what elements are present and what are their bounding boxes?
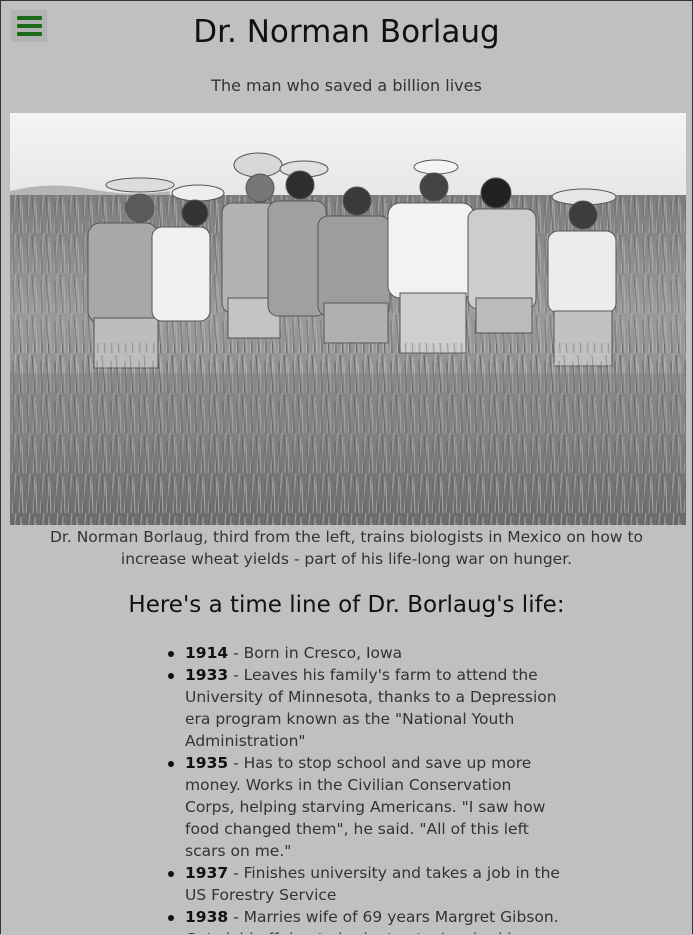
timeline-list: 1914 - Born in Cresco, Iowa 1933 - Leave… <box>168 642 561 934</box>
timeline-text: - Leaves his family's farm to attend the… <box>185 666 557 750</box>
timeline-heading: Here's a time line of Dr. Borlaug's life… <box>128 592 565 618</box>
timeline-text: - Finishes university and takes a job in… <box>185 864 560 904</box>
timeline-text: - Marries wife of 69 years Margret Gibso… <box>185 908 559 934</box>
timeline-year: 1914 <box>185 644 229 662</box>
timeline-text: - Born in Cresco, Iowa <box>228 644 403 662</box>
borlaug-photo <box>10 113 686 525</box>
timeline-year: 1937 <box>185 864 229 882</box>
page-title: Dr. Norman Borlaug <box>193 14 500 50</box>
list-item: 1937 - Finishes university and takes a j… <box>168 862 561 906</box>
list-item: 1935 - Has to stop school and save up mo… <box>168 752 561 862</box>
timeline-year: 1938 <box>185 908 229 926</box>
list-item: 1938 - Marries wife of 69 years Margret … <box>168 906 561 934</box>
timeline-year: 1933 <box>185 666 229 684</box>
list-item: 1933 - Leaves his family's farm to atten… <box>168 664 561 752</box>
timeline-year: 1935 <box>185 754 229 772</box>
photo-caption: Dr. Norman Borlaug, third from the left,… <box>49 528 644 568</box>
timeline-text: - Has to stop school and save up more mo… <box>185 754 546 860</box>
page-subtitle: The man who saved a billion lives <box>211 76 482 95</box>
list-item: 1914 - Born in Cresco, Iowa <box>168 642 561 664</box>
page: Dr. Norman Borlaug The man who saved a b… <box>0 0 693 934</box>
